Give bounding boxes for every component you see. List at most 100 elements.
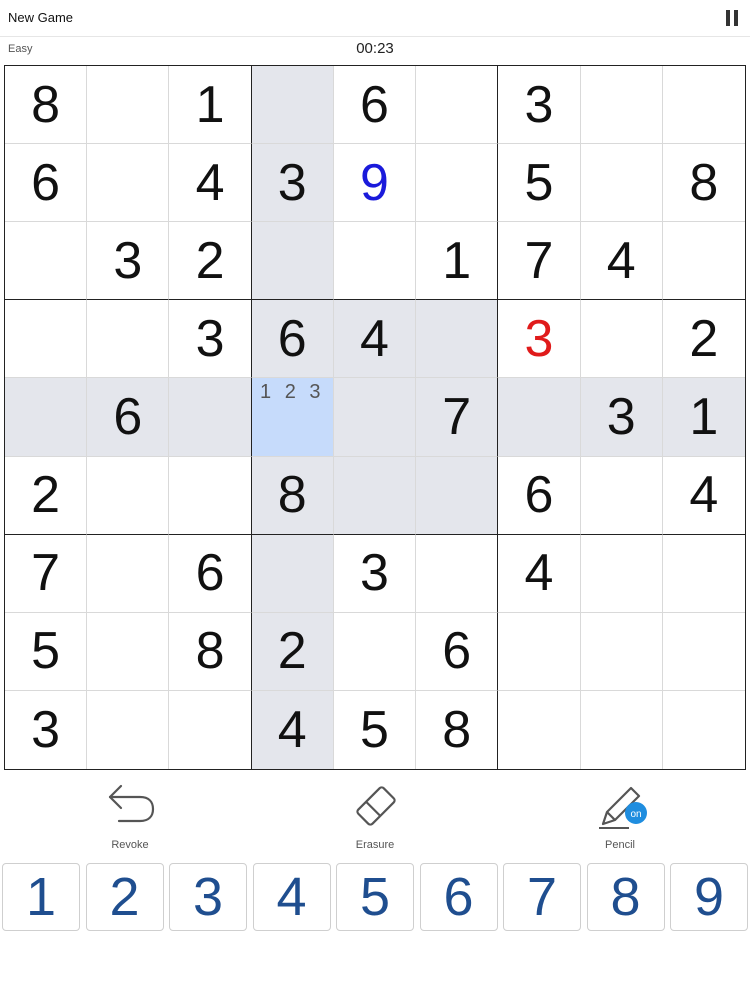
board-cell[interactable]: 8 [5, 66, 88, 145]
board-cell[interactable] [581, 690, 663, 769]
number-key-1[interactable]: 1 [2, 863, 80, 931]
board-cell[interactable]: 1 [416, 222, 499, 301]
erasure-button[interactable]: Erasure [315, 775, 435, 855]
board-cell[interactable]: 7 [416, 378, 499, 457]
board-cell[interactable] [580, 456, 663, 535]
board-cell[interactable] [498, 612, 581, 691]
board-cell[interactable] [333, 222, 417, 301]
new-game-button[interactable]: New Game [8, 10, 73, 25]
number-key-2[interactable]: 2 [85, 863, 164, 931]
board-cell[interactable]: 3 [169, 300, 252, 379]
board-cell[interactable]: 6 [333, 66, 417, 145]
board-cell[interactable]: 4 [498, 534, 581, 613]
board-cell[interactable]: 8 [416, 690, 499, 769]
board-cell[interactable]: 3 [5, 690, 88, 769]
board-cell[interactable]: 2 [662, 300, 745, 379]
cell-digit: 5 [31, 622, 61, 681]
board-cell[interactable]: 6 [251, 300, 334, 379]
board-cell[interactable]: 8 [251, 456, 334, 535]
board-cell[interactable]: 6 [87, 378, 170, 457]
board-cell[interactable]: 2 [251, 612, 334, 691]
board-cell[interactable]: 8 [169, 612, 252, 691]
board-cell[interactable] [87, 612, 170, 691]
pause-icon[interactable] [726, 10, 738, 26]
board-cell[interactable]: 9 [333, 144, 417, 223]
board-cell[interactable]: 3 [580, 378, 663, 457]
board-cell[interactable]: 6 [5, 144, 88, 223]
board-cell[interactable] [87, 534, 170, 613]
board-cell[interactable] [251, 222, 334, 301]
board-cell[interactable]: 2 [5, 456, 88, 535]
board-cell[interactable] [169, 378, 252, 457]
pencil-button[interactable]: on Pencil [560, 775, 680, 855]
board-cell[interactable] [662, 222, 745, 301]
number-key-4[interactable]: 4 [252, 863, 331, 931]
board-cell[interactable] [416, 456, 499, 535]
board-cell[interactable] [662, 66, 745, 145]
board-cell[interactable]: 3 [498, 300, 581, 379]
board-cell[interactable] [416, 144, 499, 223]
tool-bar: Revoke Erasure on Pencil [0, 775, 750, 855]
board-cell[interactable]: 4 [251, 690, 334, 769]
board-cell[interactable] [580, 612, 663, 691]
cell-digit: 9 [360, 153, 389, 212]
board-cell[interactable] [5, 222, 88, 301]
cell-digit: 2 [689, 309, 719, 368]
board-cell[interactable]: 5 [498, 144, 581, 223]
board-cell[interactable]: 2 [169, 222, 252, 301]
board-cell[interactable] [87, 456, 170, 535]
board-cell[interactable] [169, 690, 252, 769]
board-cell[interactable] [333, 612, 417, 691]
board-cell[interactable]: 4 [580, 222, 663, 301]
board-cell[interactable]: 1 [169, 66, 252, 145]
board-cell[interactable] [416, 300, 499, 379]
number-key-3[interactable]: 3 [169, 863, 247, 931]
board-cell[interactable] [87, 690, 170, 769]
board-cell[interactable]: 5 [5, 612, 88, 691]
board-cell[interactable]: 1 2 3 [251, 378, 334, 457]
board-cell[interactable] [416, 534, 499, 613]
board-cell[interactable] [333, 378, 417, 457]
board-cell[interactable]: 8 [662, 144, 745, 223]
board-cell[interactable]: 1 [662, 378, 745, 457]
board-cell[interactable] [580, 66, 663, 145]
board-cell[interactable] [5, 378, 88, 457]
number-key-9[interactable]: 9 [670, 863, 748, 931]
board-cell[interactable]: 5 [334, 690, 417, 769]
board-cell[interactable] [498, 378, 581, 457]
board-cell[interactable]: 6 [416, 612, 499, 691]
board-cell[interactable]: 7 [5, 534, 88, 613]
board-cell[interactable] [169, 456, 252, 535]
board-cell[interactable] [87, 300, 170, 379]
board-cell[interactable]: 6 [169, 534, 252, 613]
board-cell[interactable]: 7 [498, 222, 581, 301]
number-key-6[interactable]: 6 [419, 863, 498, 931]
board-cell[interactable]: 6 [498, 456, 581, 535]
board-cell[interactable] [87, 144, 170, 223]
board-cell[interactable] [663, 691, 745, 769]
number-key-7[interactable]: 7 [503, 863, 581, 931]
board-cell[interactable] [333, 456, 417, 535]
board-cell[interactable] [251, 534, 334, 613]
board-cell[interactable]: 3 [498, 66, 581, 145]
number-key-8[interactable]: 8 [586, 863, 665, 931]
board-cell[interactable] [5, 300, 88, 379]
board-cell[interactable] [580, 300, 663, 379]
board-cell[interactable] [662, 613, 745, 691]
board-cell[interactable]: 4 [662, 457, 745, 535]
cell-digit: 4 [277, 700, 307, 759]
board-cell[interactable] [662, 535, 745, 613]
board-cell[interactable]: 3 [333, 534, 417, 613]
board-cell[interactable] [580, 534, 663, 613]
board-cell[interactable]: 4 [169, 144, 252, 223]
board-cell[interactable] [87, 66, 170, 145]
board-cell[interactable] [416, 66, 499, 145]
board-cell[interactable]: 3 [87, 222, 170, 301]
board-cell[interactable] [498, 690, 581, 769]
revoke-button[interactable]: Revoke [70, 775, 190, 855]
board-cell[interactable] [580, 144, 663, 223]
board-cell[interactable]: 3 [251, 144, 334, 223]
number-key-5[interactable]: 5 [336, 863, 414, 931]
board-cell[interactable]: 4 [333, 300, 417, 379]
board-cell[interactable] [251, 66, 334, 145]
